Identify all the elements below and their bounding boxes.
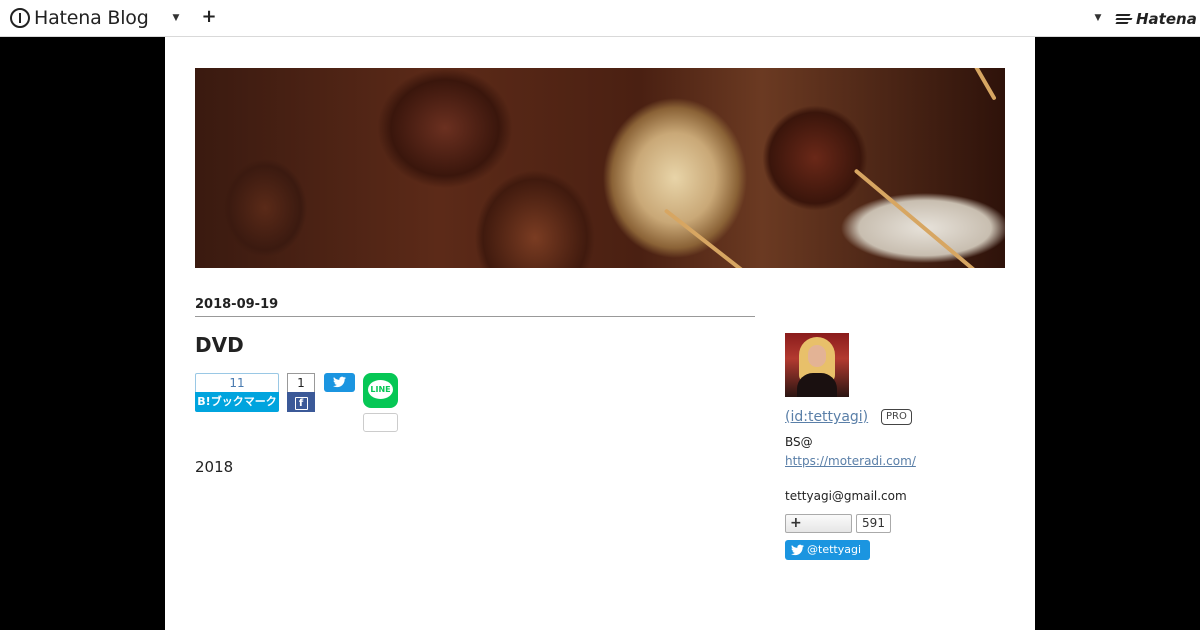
profile-id-link[interactable]: (id:tettyagi) — [785, 409, 868, 425]
twitter-share-button[interactable] — [324, 373, 355, 392]
entry-body: 2018 — [195, 458, 234, 476]
plus-icon: + — [790, 515, 802, 531]
twitter-bird-icon — [791, 544, 804, 556]
twitter-bird-icon — [333, 376, 346, 388]
reader-count[interactable]: 591 — [856, 514, 891, 533]
hatena-blog-logo-text: Hatena Blog — [34, 7, 149, 29]
hatena-bookmark-count[interactable]: 11 — [195, 373, 279, 392]
header-banner-image[interactable] — [195, 68, 1005, 268]
hatena-bookmark-label: B!ブックマーク — [195, 392, 279, 412]
facebook-share-button[interactable]: 1 f — [287, 373, 315, 413]
twitter-follow-button[interactable]: @tettyagi — [785, 540, 870, 560]
date-divider — [195, 316, 755, 317]
hatena-logo[interactable]: Hatena — [1115, 9, 1197, 29]
reader-follow-button[interactable]: + — [785, 514, 852, 533]
hatena-blog-logo[interactable]: Hatena Blog — [10, 6, 149, 30]
hatena-wave-icon — [1115, 12, 1134, 26]
profile-description: BS@ — [785, 435, 813, 449]
facebook-share-count: 1 — [287, 373, 315, 392]
line-label: LINE — [370, 385, 391, 394]
profile-website-link[interactable]: https://moteradi.com/ — [785, 454, 916, 468]
profile-avatar[interactable] — [785, 333, 849, 397]
global-header: Hatena Blog ▼ + ▼ Hatena — [0, 0, 1200, 37]
hatena-logo-text: Hatena — [1136, 10, 1197, 28]
hatena-blog-logo-icon — [10, 8, 30, 28]
entry-title[interactable]: DVD — [195, 333, 244, 357]
profile-email: tettyagi@gmail.com — [785, 489, 907, 503]
account-menu-caret-icon[interactable]: ▼ — [1092, 12, 1104, 24]
hatena-bookmark-button[interactable]: 11 B!ブックマーク — [195, 373, 279, 413]
entry-date[interactable]: 2018-09-19 — [195, 297, 278, 312]
pro-badge[interactable]: PRO — [881, 409, 912, 425]
blog-menu-caret-icon[interactable]: ▼ — [170, 12, 182, 24]
new-post-plus-icon[interactable]: + — [201, 8, 217, 26]
line-share-count — [363, 413, 398, 432]
line-share-button[interactable]: LINE — [363, 373, 398, 408]
twitter-follow-handle: @tettyagi — [807, 543, 861, 556]
blog-container: 2018-09-19 DVD 11 B!ブックマーク 1 f LINE 2018… — [165, 37, 1035, 630]
facebook-icon: f — [287, 392, 315, 412]
